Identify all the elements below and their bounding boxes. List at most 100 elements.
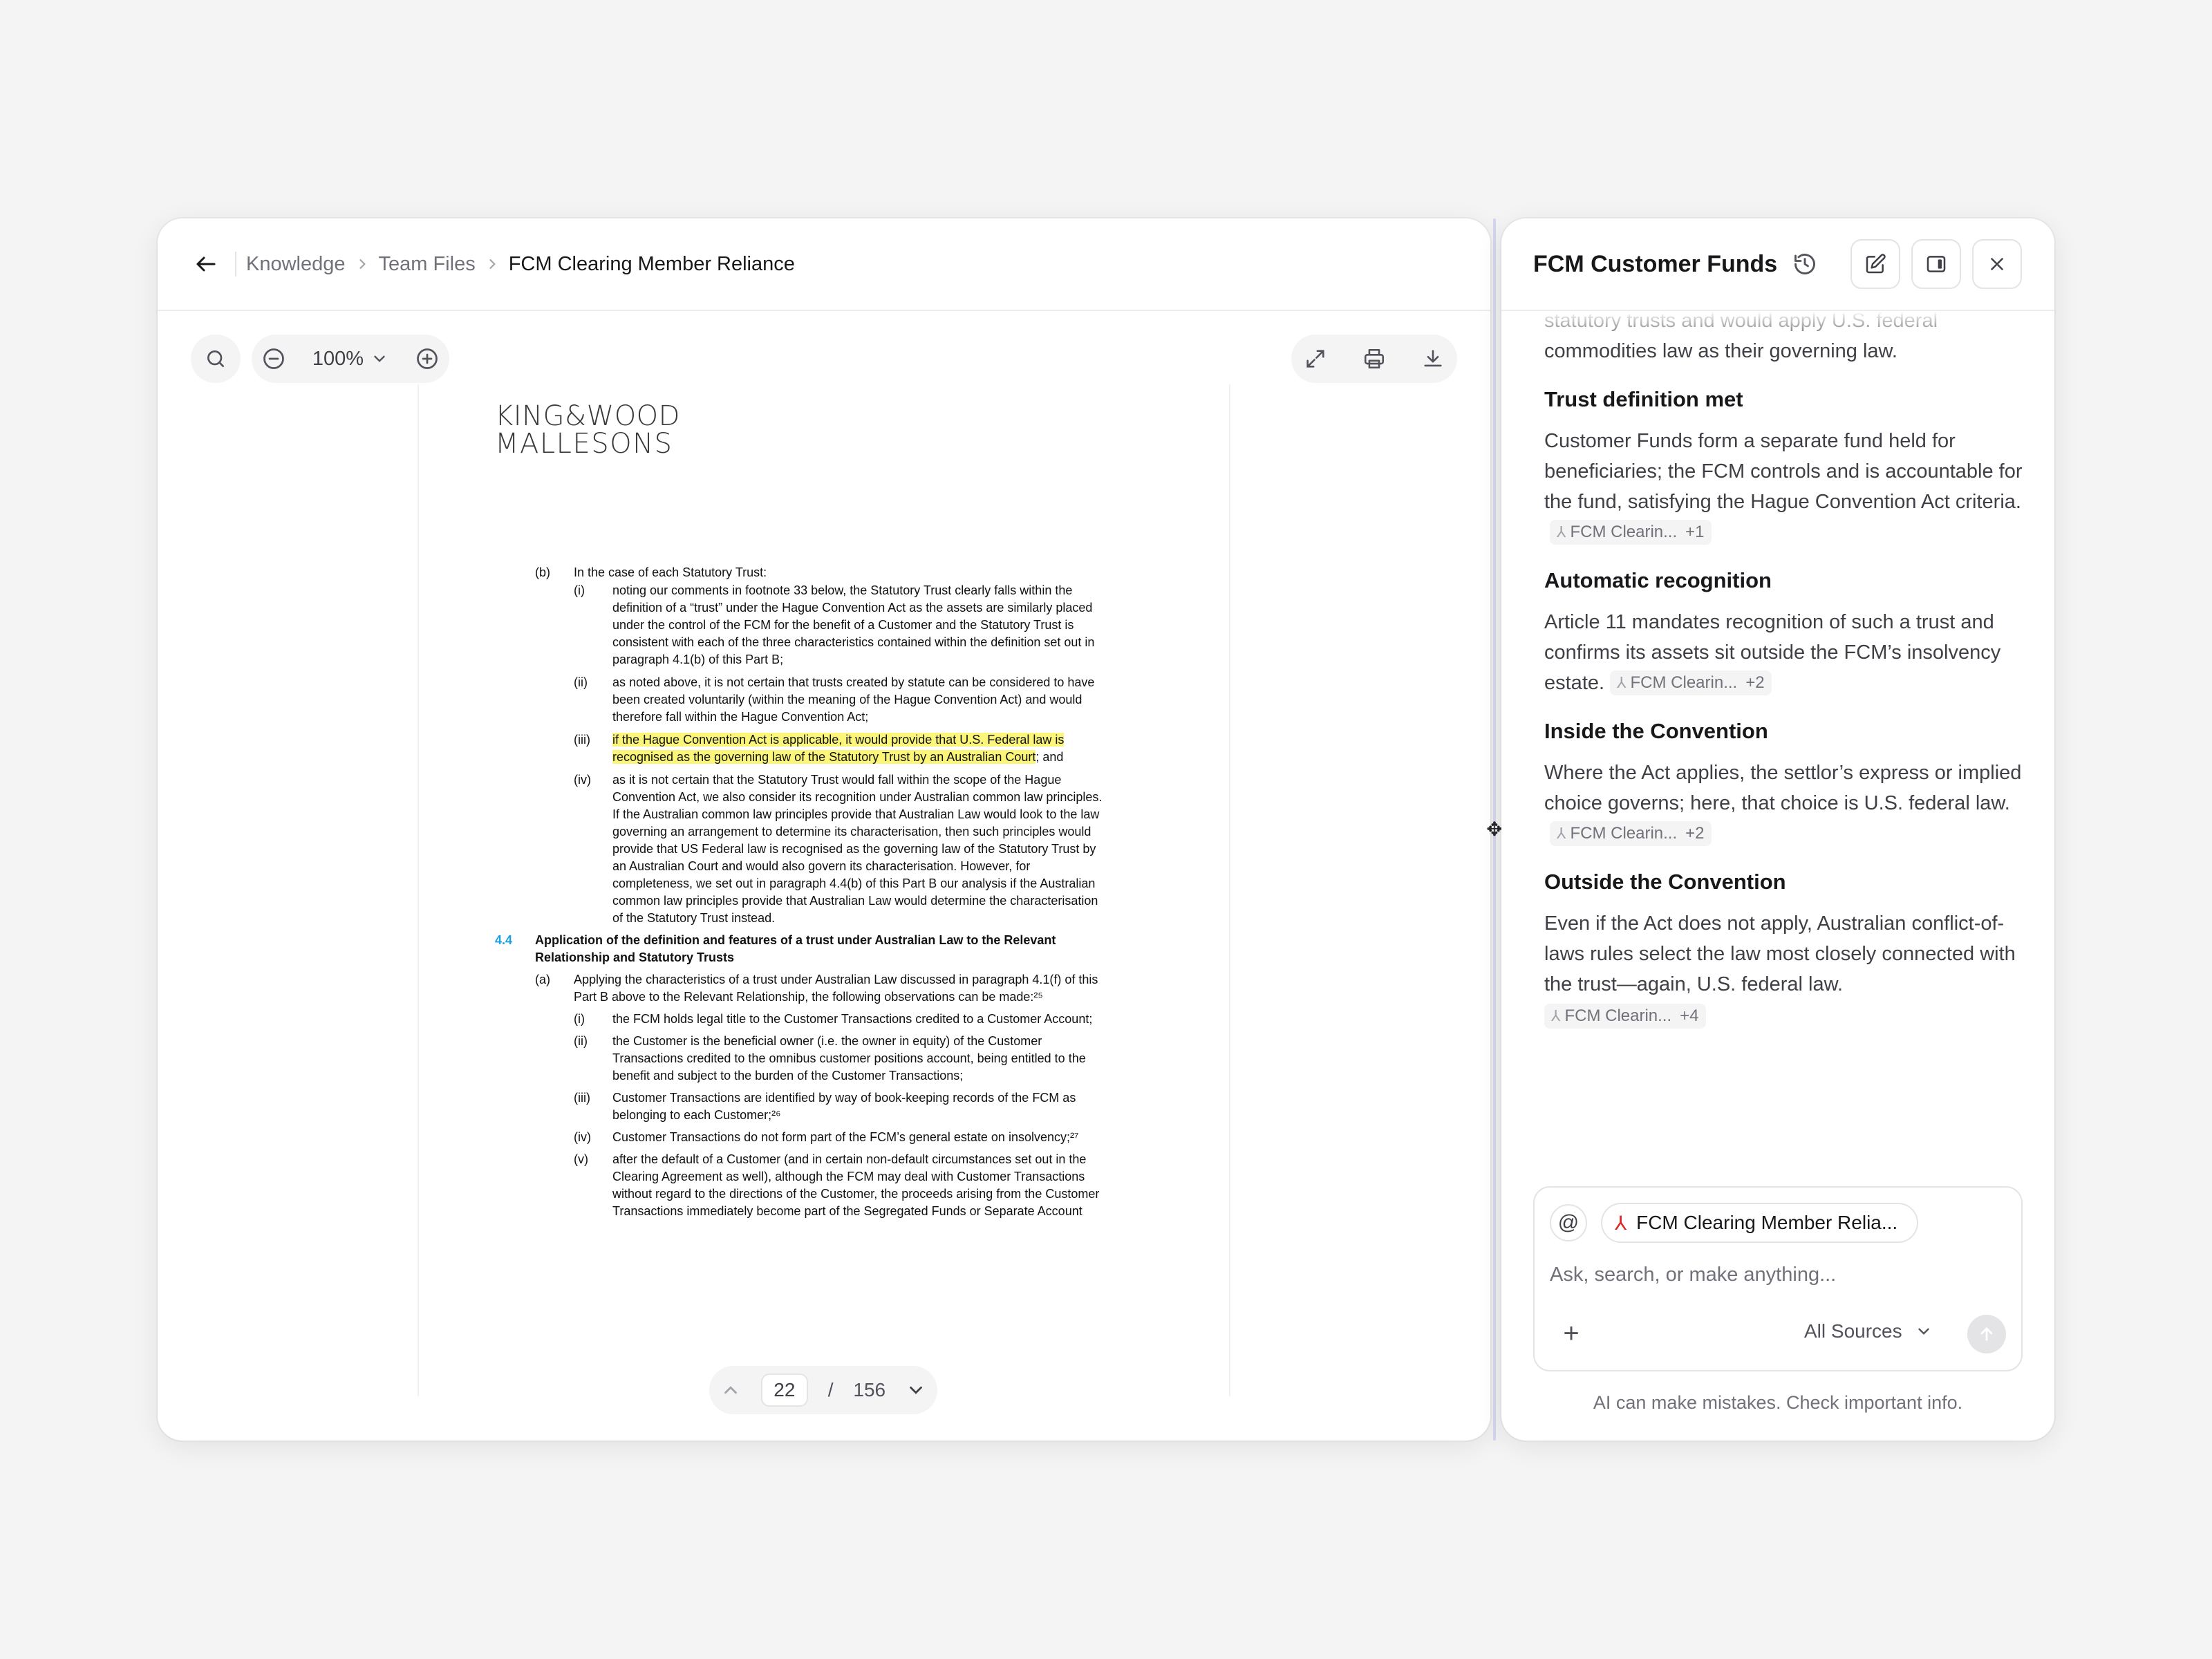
pdf-item-number: (iii) <box>574 1091 590 1105</box>
zoom-in-icon <box>417 348 438 369</box>
pdf-text-line: completeness, we set out in paragraph 4.… <box>612 875 1179 893</box>
pdf-text-line: Relationship and Statutory Trusts <box>535 949 1179 967</box>
new-chat-button[interactable] <box>1850 239 1901 289</box>
citation-chip[interactable]: ⅄ FCM Clearin... +4 <box>1544 1004 1706 1029</box>
chevron-down-icon <box>1918 1328 1929 1335</box>
pdf-list-item: (iii) if the Hague Convention Act is appl… <box>574 731 1179 749</box>
breadcrumb-current-document: FCM Clearing Member Reliance <box>508 252 795 275</box>
zoom-in-button[interactable] <box>415 346 440 371</box>
previous-page-button[interactable] <box>720 1380 741 1400</box>
answer-heading: Trust definition met <box>1544 387 1743 411</box>
zoom-out-button[interactable] <box>261 346 286 371</box>
pdf-item-number: (i) <box>574 1012 585 1026</box>
pdf-icon: ⅄ <box>1615 1212 1627 1234</box>
chevron-down-icon <box>374 355 385 362</box>
mention-button[interactable]: @ <box>1550 1204 1587 1241</box>
pdf-text-line: belonging to each Customer;²⁶ <box>612 1107 1179 1125</box>
kwm-logo: KING&WOOD MALLESONS <box>495 400 680 460</box>
pdf-list-item: (iv) as it is not certain that the Statut… <box>574 771 1179 789</box>
highlighted-text[interactable]: if the Hague Convention Act is applicabl… <box>612 733 1065 747</box>
pdf-line-text: as it is not certain that the Statutory … <box>612 773 1062 787</box>
pdf-list-item: (iii) Customer Transactions are identifie… <box>574 1089 1179 1107</box>
context-document-name: FCM Clearing Member Relia... <box>1636 1212 1898 1233</box>
page-navigator: 22 / 156 <box>709 1366 937 1414</box>
pdf-list-item: (i) the FCM holds legal title to the Cust… <box>574 1011 1179 1029</box>
pdf-line-text: definition of a “trust” under the Hague … <box>612 601 1093 615</box>
chat-input[interactable] <box>1550 1264 2006 1286</box>
breadcrumb-team-files[interactable]: Team Files <box>379 253 476 276</box>
next-page-button[interactable] <box>906 1380 926 1400</box>
pdf-line-text: the Customer is the beneficial owner (i.… <box>612 1034 1042 1048</box>
breadcrumb-knowledge[interactable]: Knowledge <box>246 253 346 276</box>
sources-dropdown[interactable]: All Sources <box>1804 1320 1933 1342</box>
chat-messages[interactable]: statutory trusts and would apply U.S. fe… <box>1501 311 2054 1044</box>
download-icon <box>1424 350 1442 367</box>
chat-composer: @ ⅄ FCM Clearing Member Relia... + All S… <box>1533 1186 2023 1371</box>
pdf-item-number: (b) <box>535 565 550 579</box>
pdf-text-line: of the Statutory Trust instead. <box>612 910 1179 928</box>
citation-chip[interactable]: ⅄ FCM Clearin... +1 <box>1550 520 1712 545</box>
pdf-line-text: an Australian Court and would also gover… <box>612 859 1031 873</box>
pdf-line-text: as noted above, it is not certain that t… <box>612 675 1095 689</box>
pdf-line-text: consistent with each of the three charac… <box>612 635 1095 649</box>
pdf-line-text: Part B above to the Relevant Relationshi… <box>574 990 1043 1004</box>
pdf-text-line: provide that US Federal law is recognise… <box>612 841 1179 859</box>
zoom-out-icon <box>263 348 284 369</box>
context-document-chip[interactable]: ⅄ FCM Clearing Member Relia... <box>1601 1203 1919 1243</box>
fullscreen-button[interactable] <box>1304 347 1327 371</box>
pdf-line-text: common law principles provide that Austr… <box>612 894 1098 908</box>
citation-chip[interactable]: ⅄ FCM Clearin... +2 <box>1610 671 1772 695</box>
pdf-line-text: the FCM holds legal title to the Custome… <box>612 1012 1093 1026</box>
pdf-line-text: Clearing Agreement as well), although th… <box>612 1170 1085 1183</box>
citation-more-count: +4 <box>1680 1006 1699 1025</box>
answer-text: Even if the Act does not apply, Australi… <box>1544 912 2016 995</box>
header-separator <box>235 252 236 276</box>
pdf-line-text: paragraph 4.1(b) of this Part B; <box>612 653 784 666</box>
download-button[interactable] <box>1421 347 1445 371</box>
pdf-item-number: (ii) <box>574 1034 588 1048</box>
pdf-text-line: without regard to the directions of the … <box>612 1185 1179 1203</box>
answer-paragraph: Even if the Act does not apply, Australi… <box>1544 908 2023 1031</box>
citation-more-count: +2 <box>1745 673 1765 692</box>
toggle-sidebar-button[interactable] <box>1911 239 1962 289</box>
pdf-icon: ⅄ <box>1551 1007 1561 1024</box>
history-button[interactable] <box>1790 249 1820 279</box>
pdf-text-line: an Australian Court and would also gover… <box>612 858 1179 876</box>
current-page-input[interactable]: 22 <box>760 1374 808 1407</box>
zoom-level-dropdown[interactable]: 100% <box>312 348 388 371</box>
document-viewer-panel: Knowledge Team Files FCM Clearing Member… <box>158 218 1490 1441</box>
arrow-up-icon <box>1980 1327 1993 1341</box>
pdf-item-number: (iv) <box>574 1130 591 1144</box>
pdf-list-item: (iv) Customer Transactions do not form pa… <box>574 1129 1179 1147</box>
send-button[interactable] <box>1967 1315 2006 1353</box>
back-button[interactable] <box>188 246 224 282</box>
pdf-text-line: If the Australian common law principles … <box>612 806 1179 824</box>
pdf-list-item: (i) noting our comments in footnote 33 be… <box>574 582 1179 600</box>
pdf-text-line: Convention Act, we also consider its rec… <box>612 789 1179 807</box>
pdf-item-number: (ii) <box>574 675 588 689</box>
pdf-item-number: (a) <box>535 973 550 986</box>
sources-label: All Sources <box>1804 1320 1902 1342</box>
pdf-line-text: governing an arrangement to determine it… <box>612 825 1091 838</box>
pdf-text-line: Part B above to the Relevant Relationshi… <box>574 988 1179 1006</box>
citation-source: FCM Clearin... <box>1630 673 1738 692</box>
close-panel-button[interactable] <box>1972 239 2023 289</box>
pdf-item-number: (iii) <box>574 733 590 747</box>
zoom-level: 100% <box>312 347 364 370</box>
pdf-page: KING&WOOD MALLESONS (b) In the case of ea… <box>418 384 1230 1396</box>
add-attachment-button[interactable]: + <box>1554 1316 1588 1351</box>
pdf-text-line: been created voluntarily (within the mea… <box>612 691 1179 709</box>
pdf-line-text: under the control of the FCM for the ben… <box>612 618 1074 632</box>
pdf-line-text: Transactions immediately become part of … <box>612 1204 1082 1218</box>
pdf-item-number: 4.4 <box>495 933 513 947</box>
highlighted-text[interactable]: recognised as the governing law of the S… <box>612 750 1036 764</box>
search-icon <box>207 350 224 367</box>
pdf-text-line: Clearing Agreement as well), although th… <box>612 1168 1179 1186</box>
search-button[interactable] <box>191 335 241 383</box>
citation-chip[interactable]: ⅄ FCM Clearin... +2 <box>1550 821 1712 846</box>
citation-source: FCM Clearin... <box>1570 824 1678 843</box>
page-separator: / <box>827 1379 834 1400</box>
pdf-line-text: without regard to the directions of the … <box>612 1187 1100 1201</box>
print-button[interactable] <box>1362 347 1386 371</box>
pdf-text-line: therefore fall within the Hague Conventi… <box>612 709 1179 727</box>
